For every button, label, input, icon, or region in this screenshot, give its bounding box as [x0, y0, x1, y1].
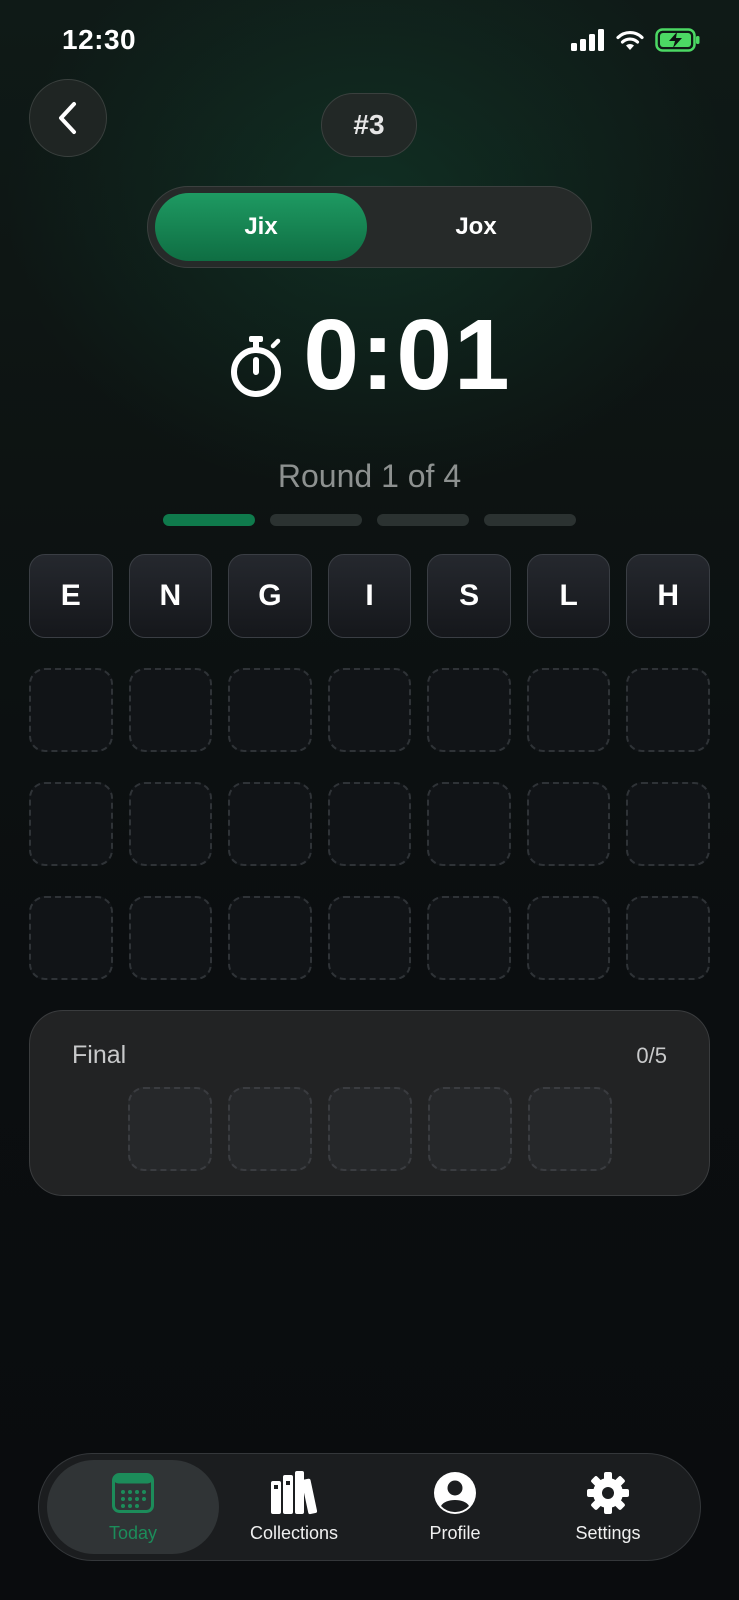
- answer-slot-row: [29, 668, 711, 752]
- wifi-icon: [616, 30, 644, 50]
- round-progress-segment: [484, 514, 576, 526]
- round-progress-segment: [163, 514, 255, 526]
- final-card: Final 0/5: [29, 1010, 710, 1196]
- profile-icon: [433, 1471, 477, 1515]
- status-bar: 12:30: [0, 0, 739, 80]
- mode-toggle: Jix Jox: [147, 186, 592, 268]
- answer-slot[interactable]: [228, 896, 312, 980]
- answer-slot[interactable]: [327, 896, 412, 980]
- status-time: 12:30: [62, 24, 137, 55]
- answer-slot[interactable]: [228, 668, 312, 752]
- answer-slot[interactable]: [526, 668, 611, 752]
- answer-slot[interactable]: [228, 782, 312, 866]
- answer-slot[interactable]: [29, 782, 113, 866]
- letter-tile[interactable]: I: [327, 554, 412, 638]
- tab-profile[interactable]: Profile: [369, 1460, 541, 1554]
- final-label: Final: [72, 1041, 127, 1069]
- answer-slot-row: [29, 896, 711, 980]
- tab-collections[interactable]: Collections: [208, 1460, 380, 1554]
- stopwatch-icon: [231, 336, 282, 397]
- final-slots: [128, 1087, 612, 1171]
- letter-tile-row: E N G I S L H: [29, 554, 711, 638]
- final-slot[interactable]: [428, 1087, 512, 1171]
- answer-slot[interactable]: [327, 782, 412, 866]
- letter-tile[interactable]: H: [626, 554, 711, 638]
- timer-value: 0:01: [303, 299, 512, 411]
- letter-tile[interactable]: N: [128, 554, 213, 638]
- answer-slot[interactable]: [427, 668, 511, 752]
- battery-charging-icon: [655, 28, 700, 52]
- answer-slot[interactable]: [626, 782, 711, 866]
- answer-slot[interactable]: [29, 668, 113, 752]
- tab-label: Profile: [429, 1522, 481, 1543]
- letter-grid: E N G I S L H: [29, 554, 711, 1010]
- gear-icon: [586, 1471, 630, 1515]
- answer-slot[interactable]: [526, 782, 611, 866]
- tab-label: Collections: [249, 1522, 339, 1543]
- tab-settings[interactable]: Settings: [522, 1460, 694, 1554]
- round-progress-segment: [270, 514, 362, 526]
- answer-slot[interactable]: [526, 896, 611, 980]
- round-progress: [163, 514, 576, 526]
- chevron-left-icon: [59, 102, 76, 134]
- calendar-icon: [112, 1471, 154, 1515]
- books-icon: [269, 1470, 319, 1515]
- final-slot[interactable]: [328, 1087, 412, 1171]
- timer: 0:01: [0, 300, 739, 410]
- letter-tile[interactable]: E: [29, 554, 113, 638]
- final-count: 0/5: [636, 1043, 667, 1068]
- final-slot[interactable]: [528, 1087, 612, 1171]
- final-slot[interactable]: [228, 1087, 312, 1171]
- letter-tile[interactable]: L: [526, 554, 611, 638]
- status-icons: [571, 28, 701, 52]
- answer-slot[interactable]: [626, 668, 711, 752]
- final-slot[interactable]: [128, 1087, 212, 1171]
- answer-slot[interactable]: [128, 782, 213, 866]
- answer-slot[interactable]: [128, 668, 213, 752]
- tab-today[interactable]: Today: [47, 1460, 219, 1554]
- answer-slot[interactable]: [327, 668, 412, 752]
- round-label: Round 1 of 4: [277, 458, 462, 494]
- answer-slot[interactable]: [29, 896, 113, 980]
- answer-slot[interactable]: [427, 896, 511, 980]
- answer-slot[interactable]: [128, 896, 213, 980]
- round-progress-segment: [377, 514, 469, 526]
- puzzle-number-badge: #3: [321, 93, 417, 157]
- letter-tile[interactable]: S: [427, 554, 511, 638]
- tab-label: Settings: [575, 1522, 641, 1543]
- letter-tile[interactable]: G: [228, 554, 312, 638]
- mode-option-jox[interactable]: Jox: [370, 193, 582, 261]
- answer-slot[interactable]: [427, 782, 511, 866]
- mode-option-jix[interactable]: Jix: [155, 193, 367, 261]
- back-button[interactable]: [29, 79, 107, 157]
- answer-slot[interactable]: [626, 896, 711, 980]
- tab-label: Today: [108, 1522, 158, 1543]
- tab-bar: Today Collections Profile Settings: [38, 1453, 701, 1561]
- signal-icon: [571, 29, 604, 51]
- answer-slot-row: [29, 782, 711, 866]
